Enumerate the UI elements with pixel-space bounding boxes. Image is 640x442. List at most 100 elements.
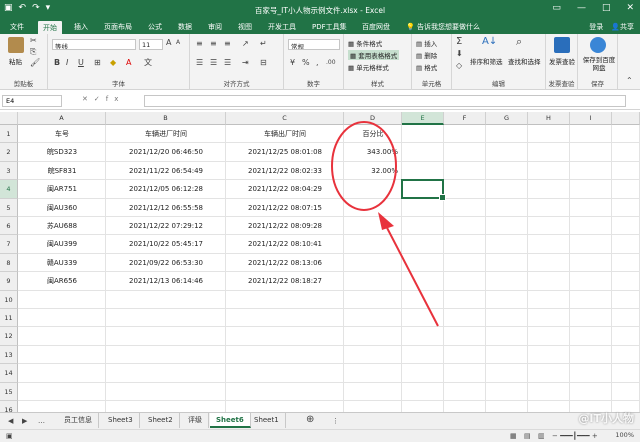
underline-icon[interactable]: U — [78, 58, 84, 68]
table-cell[interactable]: 闽AR656 — [18, 272, 106, 290]
table-cell[interactable]: 2021/12/22 07:29:12 — [106, 217, 226, 235]
column-header-i[interactable]: I — [570, 112, 612, 125]
table-cell[interactable]: 车号 — [18, 125, 106, 143]
ribbon-display-icon[interactable]: ▭ — [552, 3, 561, 13]
sheet-tab-active[interactable]: Sheet6 — [210, 413, 251, 428]
find-select-icon[interactable]: ⌕ — [516, 36, 522, 47]
close-icon[interactable]: ✕ — [626, 3, 634, 13]
column-header-f[interactable]: F — [444, 112, 486, 125]
tab-formulas[interactable]: 公式 — [148, 22, 162, 32]
sort-filter-button[interactable]: 排序和筛选 — [470, 56, 503, 66]
scroll-tabs-right-icon[interactable]: ▶ — [22, 416, 27, 426]
row-header[interactable]: 13 — [0, 345, 18, 365]
row-header[interactable]: 10 — [0, 290, 18, 309]
select-all-corner[interactable] — [0, 112, 18, 125]
sheet-tab-3[interactable]: Sheet2 — [142, 413, 180, 428]
sheet-tab-6[interactable]: Sheet1 — [248, 413, 286, 428]
minimize-icon[interactable]: — — [577, 3, 586, 13]
row-header[interactable]: 7 — [0, 235, 18, 254]
row-header[interactable]: 11 — [0, 309, 18, 328]
row-header[interactable]: 14 — [0, 364, 18, 383]
row-header[interactable]: 8 — [0, 253, 18, 273]
table-cell[interactable]: 2021/12/13 06:14:46 — [106, 272, 226, 290]
tab-view[interactable]: 视图 — [238, 22, 252, 32]
table-cell[interactable]: 闽AU360 — [18, 199, 106, 217]
sheet-tab-4[interactable]: 评级 — [182, 413, 209, 428]
column-header-a[interactable]: A — [18, 112, 106, 125]
table-cell[interactable]: 343.00% — [344, 143, 402, 161]
cell-styles-button[interactable]: ▦ 单元格样式 — [348, 62, 389, 72]
sort-filter-icon[interactable]: A↓ — [482, 37, 497, 47]
currency-icon[interactable]: ¥ — [290, 58, 295, 68]
tab-baidu-netdisk[interactable]: 百度网盘 — [362, 22, 390, 32]
align-middle-icon[interactable]: ≡ — [210, 39, 217, 49]
row-header[interactable]: 1 — [0, 125, 18, 144]
table-cell[interactable]: 车辆进厂时间 — [106, 125, 226, 143]
zoom-level[interactable]: 100% — [615, 431, 634, 439]
table-cell[interactable]: 2021/11/22 06:54:49 — [106, 162, 226, 180]
column-header-b[interactable]: B — [106, 112, 226, 125]
row-header[interactable]: 4 — [0, 180, 18, 199]
column-header-h[interactable]: H — [528, 112, 570, 125]
find-select-button[interactable]: 查找和选择 — [508, 56, 541, 66]
format-painter-icon[interactable]: 🖌 — [30, 58, 40, 68]
formula-buttons[interactable]: ✕✓fx — [82, 95, 124, 103]
copy-icon[interactable]: ⎘ — [30, 47, 36, 57]
wrap-text-icon[interactable]: ↵ — [260, 39, 267, 49]
bold-icon[interactable]: B — [54, 58, 60, 68]
phonetic-icon[interactable]: 文 — [144, 58, 152, 68]
table-cell[interactable]: 闽AR751 — [18, 180, 106, 198]
selected-cell-e4[interactable] — [401, 179, 446, 202]
column-header-d[interactable]: D — [344, 112, 402, 125]
paste-icon[interactable] — [8, 37, 24, 53]
normal-view-icon[interactable]: ▦ — [510, 431, 517, 441]
table-cell[interactable]: 2021/12/22 08:10:41 — [226, 235, 344, 253]
italic-icon[interactable]: I — [66, 58, 68, 68]
increase-font-icon[interactable]: A — [166, 38, 171, 48]
table-cell[interactable]: 2021/12/05 06:12:28 — [106, 180, 226, 198]
macro-record-icon[interactable]: ▣ — [6, 431, 13, 441]
number-format-select[interactable]: 常规 — [288, 39, 340, 50]
tab-review[interactable]: 审阅 — [208, 22, 222, 32]
column-header-c[interactable]: C — [226, 112, 344, 125]
decimal-icon[interactable]: .00 — [326, 58, 336, 68]
insert-cells-button[interactable]: ▤ 插入 — [416, 38, 437, 48]
decrease-font-icon[interactable]: A — [176, 38, 180, 48]
table-cell[interactable]: 2021/12/22 08:13:06 — [226, 254, 344, 272]
table-cell[interactable]: 2021/12/22 08:02:33 — [226, 162, 344, 180]
indent-icon[interactable]: ⇥ — [242, 58, 249, 68]
table-cell[interactable]: 百分比 — [344, 125, 402, 143]
autosum-icon[interactable]: Σ — [456, 37, 462, 47]
tab-home[interactable]: 开始 — [38, 21, 62, 34]
align-top-icon[interactable]: ≡ — [196, 39, 203, 49]
table-cell[interactable]: 2021/12/22 08:18:27 — [226, 272, 344, 290]
table-cell[interactable]: 苏AU688 — [18, 217, 106, 235]
delete-cells-button[interactable]: ▤ 删除 — [416, 50, 437, 60]
row-header[interactable]: 15 — [0, 382, 18, 401]
format-cells-button[interactable]: ▤ 格式 — [416, 62, 437, 72]
table-cell[interactable]: 2021/12/22 08:09:28 — [226, 217, 344, 235]
format-as-table-button[interactable]: ▦ 套用表格格式 — [348, 50, 400, 60]
fill-icon[interactable]: ⬇ — [456, 49, 463, 59]
table-cell[interactable]: 2021/12/22 08:07:15 — [226, 199, 344, 217]
tell-me-box[interactable]: 💡 告诉我您想要做什么 — [406, 22, 480, 32]
row-header[interactable]: 16 — [0, 401, 18, 412]
align-right-icon[interactable]: ☰ — [224, 58, 231, 68]
invoice-check-icon[interactable] — [554, 37, 570, 53]
table-cell[interactable]: 32.00% — [344, 162, 402, 180]
zoom-slider[interactable]: − ━━━┃━━━ + — [552, 431, 598, 441]
table-cell[interactable]: 2021/12/12 06:55:58 — [106, 199, 226, 217]
align-bottom-icon[interactable]: ≡ — [224, 39, 231, 49]
share-button[interactable]: 👤共享 — [611, 22, 634, 32]
tab-page-layout[interactable]: 页面布局 — [104, 22, 132, 32]
table-cell[interactable]: 2021/12/20 06:46:50 — [106, 143, 226, 161]
row-header[interactable]: 6 — [0, 217, 18, 236]
table-cell[interactable]: 2021/10/22 05:45:17 — [106, 235, 226, 253]
save-to-netdisk-button[interactable]: 保存到百度网盘 — [581, 56, 617, 72]
tab-pdf-tools[interactable]: PDF工具集 — [312, 22, 347, 32]
font-size-select[interactable]: 11 — [139, 39, 163, 50]
page-layout-view-icon[interactable]: ▤ — [524, 431, 531, 441]
table-cell[interactable]: 2021/12/22 08:04:29 — [226, 180, 344, 198]
name-box[interactable]: E4 — [2, 95, 62, 107]
table-cell[interactable]: 2021/12/25 08:01:08 — [226, 143, 344, 161]
